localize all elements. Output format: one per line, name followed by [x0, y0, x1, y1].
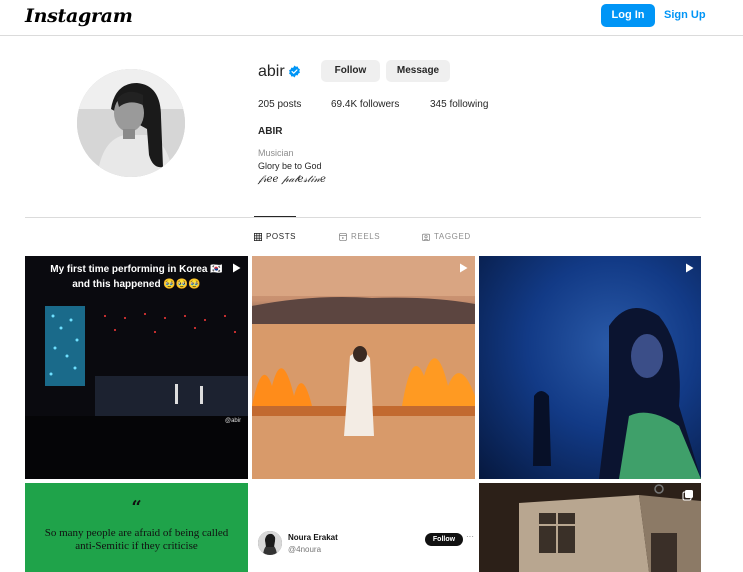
bio-line: 𝒻𝓇𝑒𝑒 𝓅𝒶𝓁𝑒𝓈𝓉𝒾𝓃𝑒 [258, 174, 326, 185]
tab-label: REELS [351, 232, 381, 241]
verified-badge-icon [289, 65, 300, 78]
tab-label: POSTS [266, 232, 297, 241]
post-tile[interactable]: @abir My first time performing in Korea … [25, 256, 248, 479]
post-caption-overlay: My first time performing in Korea 🇰🇷 and… [25, 262, 248, 292]
reels-icon [339, 232, 347, 241]
carousel-icon [682, 490, 693, 501]
tweet-avatar-image [258, 531, 282, 555]
tweet-author-name: Noura Erakat [288, 533, 338, 542]
followers-count[interactable]: 69.4K followers [331, 98, 399, 111]
post-image [252, 256, 475, 479]
reel-icon [233, 263, 241, 273]
profile-avatar[interactable] [77, 69, 185, 177]
quote-text: So many people are afraid of being calle… [44, 527, 229, 552]
tweet-author-handle: @4noura [288, 545, 322, 554]
tab-tagged[interactable]: TAGGED [422, 232, 471, 241]
post-tile[interactable] [479, 483, 701, 572]
caption-line: My first time performing in Korea 🇰🇷 [50, 264, 223, 275]
caption-line: and this happened 🥹🥹🥹 [72, 279, 201, 290]
grid-icon [254, 232, 262, 241]
watermark-text: @abir [225, 418, 241, 424]
follow-button[interactable]: Follow [321, 60, 380, 82]
signup-link[interactable]: Sign Up [664, 4, 706, 27]
reel-icon [686, 263, 694, 273]
profile-photo [77, 69, 185, 177]
profile-full-name: ABIR [258, 126, 283, 137]
reel-icon [460, 263, 468, 273]
tweet-avatar [258, 531, 282, 555]
tab-posts[interactable]: POSTS [254, 232, 296, 241]
post-image [479, 483, 701, 572]
instagram-logo[interactable]: Instagram [25, 5, 133, 27]
bio-line: Glory be to God [258, 161, 322, 171]
login-button[interactable]: Log In [601, 4, 655, 27]
tab-label: TAGGED [434, 232, 471, 241]
tabs-divider [25, 217, 701, 218]
profile-username: abir [258, 63, 285, 80]
post-tile[interactable]: Noura Erakat @4noura Follow ··· [252, 483, 475, 572]
tab-reels[interactable]: REELS [339, 232, 380, 241]
more-icon: ··· [466, 532, 474, 541]
post-tile[interactable] [252, 256, 475, 479]
post-tile[interactable]: “ So many people are afraid of being cal… [25, 483, 248, 572]
profile-category: Musician [258, 148, 294, 158]
message-button[interactable]: Message [386, 60, 450, 82]
posts-count: 205 posts [258, 99, 302, 110]
post-tile[interactable] [479, 256, 701, 479]
top-bar: Instagram Log In Sign Up [0, 0, 743, 36]
post-image [533, 308, 701, 479]
following-count[interactable]: 345 following [430, 98, 488, 111]
tagged-icon [422, 233, 430, 241]
quote-mark: “ [131, 497, 142, 518]
tweet-follow-button: Follow [425, 533, 463, 546]
active-tab-indicator [254, 216, 296, 217]
